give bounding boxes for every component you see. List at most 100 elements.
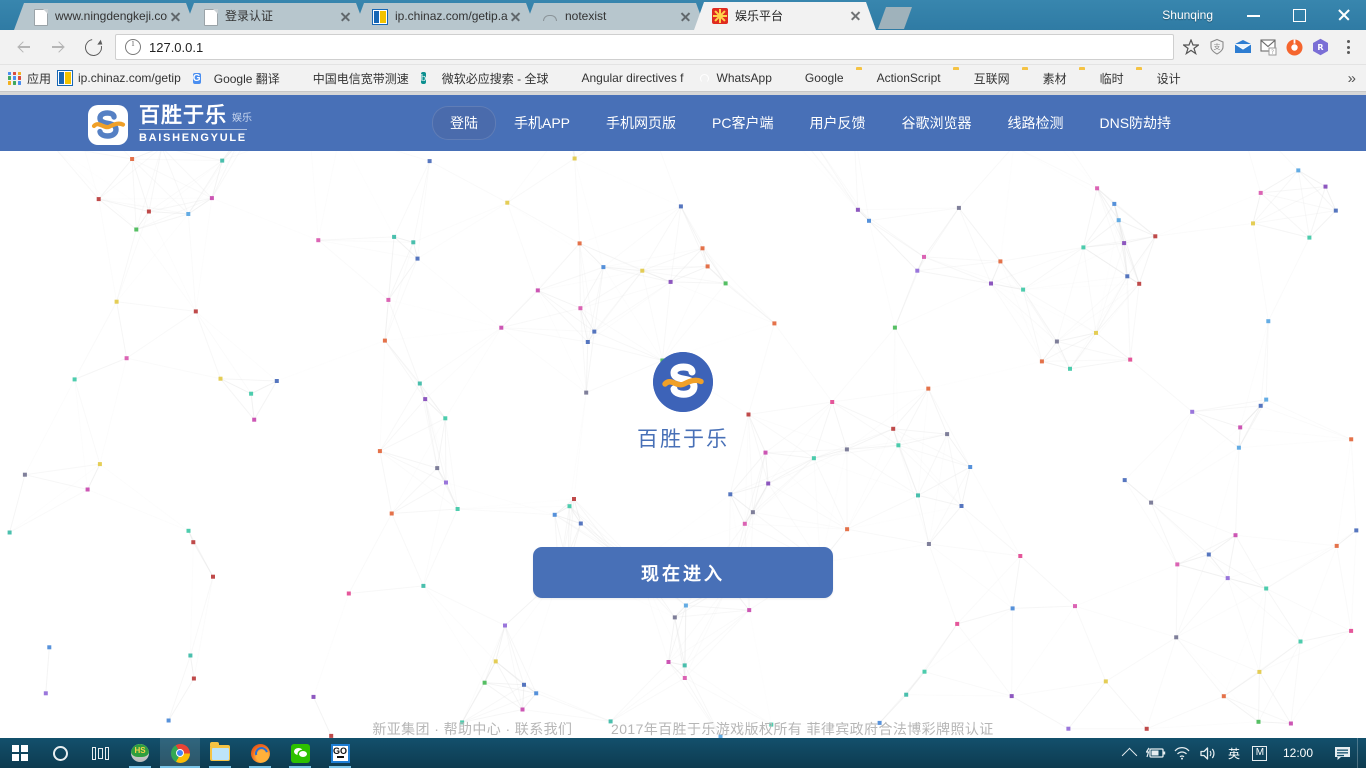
taskbar-app-chrome[interactable] <box>160 738 200 768</box>
minimize-icon[interactable] <box>1231 0 1276 30</box>
site-header: 百胜于乐 娱乐 BAISHENGYULE 登陆 手机APP 手机网页版 PC客户端 用户… <box>0 95 1366 151</box>
file-explorer-icon <box>210 742 230 761</box>
orange-circle-extension-icon[interactable] <box>1282 32 1308 62</box>
nav-item-link[interactable]: 用户反馈 <box>791 106 883 140</box>
info-icon[interactable] <box>125 38 141 55</box>
bookmark-item[interactable]: Google <box>778 67 850 89</box>
whatsapp-icon <box>696 70 712 86</box>
tab-close-icon[interactable] <box>848 8 864 24</box>
taskbar-app-hs[interactable]: HS <box>120 738 160 768</box>
bookmark-label: 临时 <box>1099 71 1124 86</box>
bookmark-label: 素材 <box>1042 71 1067 86</box>
cortana-button[interactable] <box>40 738 80 768</box>
window-controls: Shunqing <box>1162 0 1366 30</box>
bookmark-item[interactable]: 互联网 <box>947 67 1016 89</box>
speedtest-icon <box>292 70 308 86</box>
footer-links[interactable]: 新亚集团 · 帮助中心 · 联系我们 <box>372 721 572 737</box>
system-tray: 英 M 12:00 <box>1117 738 1366 768</box>
angular-icon <box>560 70 576 86</box>
task-view-button[interactable] <box>80 738 120 768</box>
logo-en-name: BAISHENGYULE <box>139 129 247 144</box>
task-view-icon <box>91 746 109 760</box>
forward-arrow-icon[interactable] <box>43 32 73 62</box>
browser-tab[interactable]: notexist <box>524 3 706 30</box>
taskbar-clock[interactable]: 12:00 <box>1273 746 1327 760</box>
new-tab-button[interactable] <box>878 7 912 29</box>
shield-extension-icon[interactable]: 支 <box>1204 32 1230 62</box>
tray-sogou[interactable]: M <box>1247 738 1273 768</box>
back-arrow-icon[interactable] <box>9 32 39 62</box>
bookmark-label: Angular directives f <box>581 71 684 85</box>
nav-item-link[interactable]: 谷歌浏览器 <box>883 106 989 140</box>
reload-icon[interactable] <box>77 32 107 62</box>
nav-item-link[interactable]: 线路检测 <box>989 106 1081 140</box>
tray-overflow[interactable] <box>1117 738 1143 768</box>
folder-icon <box>1136 70 1152 86</box>
bookmarks-overflow-icon[interactable]: » <box>1348 70 1356 87</box>
start-button[interactable] <box>0 738 40 768</box>
bookmark-label: 互联网 <box>973 71 1010 86</box>
taskbar-app-go[interactable]: GO <box>320 738 360 768</box>
mail-extension-icon[interactable] <box>1230 32 1256 62</box>
nav-item-link[interactable]: 手机APP <box>496 106 588 140</box>
bookmark-item[interactable]: 素材 <box>1016 67 1073 89</box>
bookmark-label: ip.chinaz.com/getip <box>78 71 181 85</box>
bookmark-item[interactable]: 中国电信宽带测速 <box>286 67 415 89</box>
browser-tab[interactable]: www.ningdengkeji.com <box>14 3 196 30</box>
tab-close-icon[interactable] <box>678 9 694 25</box>
tray-network[interactable] <box>1169 738 1195 768</box>
tray-ime[interactable]: 英 <box>1221 738 1247 768</box>
taskbar-app-firefox[interactable] <box>240 738 280 768</box>
chrome-browser-window: www.ningdengkeji.com 登录认证 ip.chinaz.com/ge… <box>0 0 1366 738</box>
tab-title: 娱乐平台 <box>735 8 784 23</box>
bookmark-item[interactable]: 设计 <box>1130 67 1187 89</box>
cortana-search-icon <box>52 745 68 761</box>
action-center-icon[interactable] <box>1327 738 1357 768</box>
nav-item-link[interactable]: 手机网页版 <box>588 106 694 140</box>
nav-item-link[interactable]: PC客户端 <box>694 106 791 140</box>
show-desktop-button[interactable] <box>1357 738 1366 768</box>
tab-close-icon[interactable] <box>168 9 184 25</box>
close-icon[interactable] <box>1321 0 1366 30</box>
bookmark-item[interactable]: WhatsApp <box>690 67 778 89</box>
purple-r-extension-icon[interactable]: R <box>1308 32 1334 62</box>
gmail-extension-icon[interactable]: ? <box>1256 32 1282 62</box>
firefox-icon <box>250 743 270 763</box>
browser-tab[interactable]: 娱乐平台 <box>694 2 876 30</box>
tray-volume[interactable] <box>1195 738 1221 768</box>
tray-battery[interactable] <box>1143 738 1169 768</box>
taskbar-app-wechat[interactable] <box>280 738 320 768</box>
site-logo[interactable]: 百胜于乐 娱乐 BAISHENGYULE <box>88 104 252 146</box>
enter-button[interactable]: 现在进入 <box>533 547 833 598</box>
bookmark-item[interactable]: 临时 <box>1073 67 1130 89</box>
star-icon[interactable] <box>1178 35 1204 59</box>
bookmark-items: ip.chinaz.com/getip G Google 翻译 中国电信宽带测速 b 微软… <box>51 67 1348 89</box>
bookmark-item[interactable]: ActionScript <box>850 67 947 89</box>
bookmark-apps-shortcut[interactable]: 应用 <box>8 70 51 87</box>
bookmark-item[interactable]: b 微软必应搜索 - 全球 <box>415 67 555 89</box>
screen: www.ningdengkeji.com 登录认证 ip.chinaz.com/ge… <box>0 0 1366 768</box>
bookmarks-bar: 应用 ip.chinaz.com/getip G Google 翻译 中国电信宽带测速… <box>0 65 1366 92</box>
nav-item-link[interactable]: DNS防劫持 <box>1081 106 1189 140</box>
address-bar[interactable]: 127.0.0.1 <box>115 34 1174 60</box>
browser-tab[interactable]: ip.chinaz.com/getip.asp <box>354 3 536 30</box>
taskbar-app-explorer[interactable] <box>200 738 240 768</box>
browser-tab[interactable]: 登录认证 <box>184 3 366 30</box>
center-logo-icon <box>653 352 713 412</box>
three-dot-menu-icon[interactable] <box>1334 32 1362 62</box>
bookmark-item[interactable]: ip.chinaz.com/getip <box>51 67 187 89</box>
bookmark-label: 设计 <box>1156 71 1181 86</box>
tab-close-icon[interactable] <box>338 9 354 25</box>
logo-mark-icon <box>88 105 128 145</box>
site-footer: 新亚集团 · 帮助中心 · 联系我们 2017年百胜于乐游戏版权所有 菲律宾政府… <box>0 706 1366 738</box>
bookmark-item[interactable]: G Google 翻译 <box>187 67 286 89</box>
nav-item-active[interactable]: 登陆 <box>432 106 496 140</box>
maximize-icon[interactable] <box>1276 0 1321 30</box>
bookmark-item[interactable]: Angular directives f <box>554 67 689 89</box>
cloud-icon <box>542 9 558 25</box>
google-icon <box>784 70 800 86</box>
windows-start-icon <box>12 745 28 761</box>
tab-close-icon[interactable] <box>508 9 524 25</box>
profile-name[interactable]: Shunqing <box>1162 8 1213 22</box>
go-app-icon: GO <box>330 743 350 763</box>
